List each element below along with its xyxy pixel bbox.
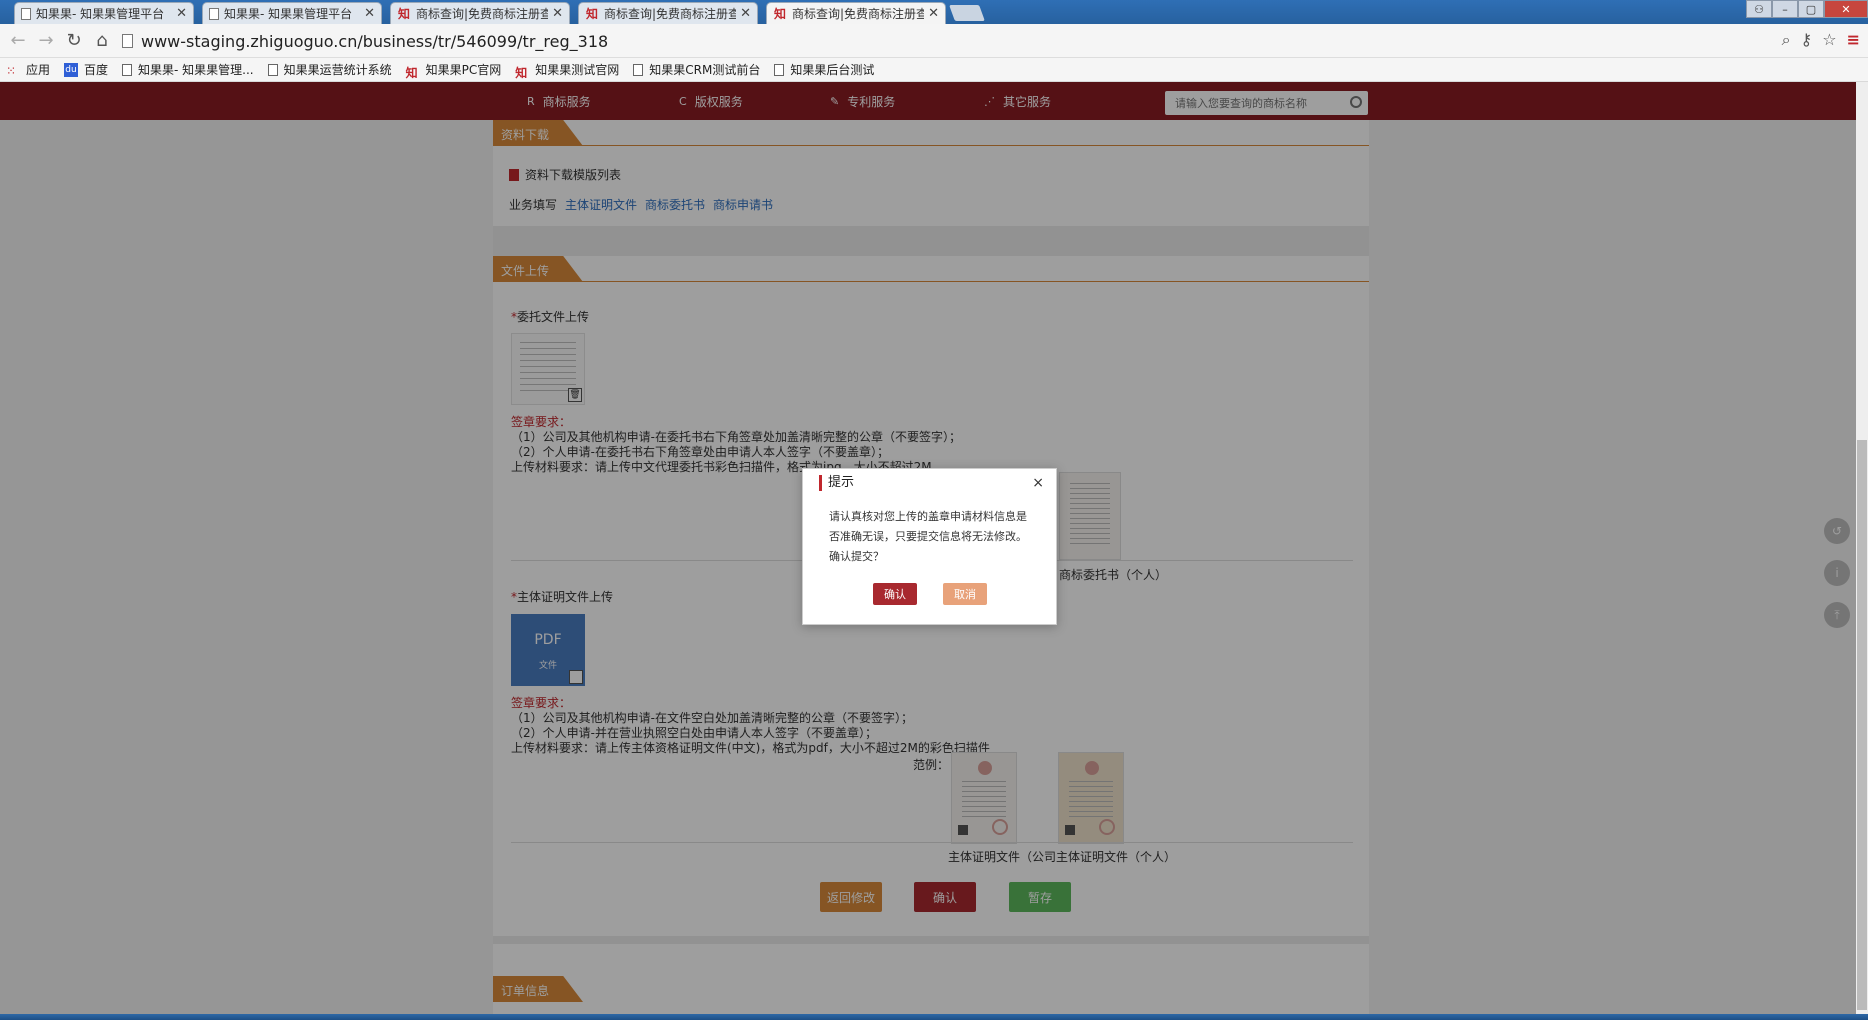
tab-title: 知果果- 知果果管理平台 xyxy=(36,7,165,21)
minimize-button[interactable]: – xyxy=(1772,0,1798,18)
close-icon[interactable]: ✕ xyxy=(176,6,187,21)
new-tab-button[interactable] xyxy=(949,5,985,21)
bookmark-apps[interactable]: ⁙ 应用 xyxy=(6,61,50,78)
dialog-confirm-button[interactable]: 确认 xyxy=(873,583,917,605)
bookmark-label: 知果果后台测试 xyxy=(790,63,875,77)
zhi-logo-icon: 知 xyxy=(773,7,786,21)
dialog-message: 请认真核对您上传的盖章申请材料信息是否准确无误，只要提交信息将无法修改。确认提交… xyxy=(829,510,1027,563)
star-icon[interactable]: ☆ xyxy=(1822,30,1836,50)
url-input[interactable]: www-staging.zhiguoguo.cn/business/tr/546… xyxy=(122,28,1808,54)
window-close-button[interactable]: ✕ xyxy=(1824,0,1868,18)
page-icon xyxy=(267,63,278,76)
page-icon xyxy=(122,63,133,76)
bookmark-label: 知果果CRM测试前台 xyxy=(649,63,761,77)
scrollbar-thumb[interactable] xyxy=(1857,440,1867,1010)
url-text: www-staging.zhiguoguo.cn/business/tr/546… xyxy=(141,31,609,51)
bookmark-label: 知果果运营统计系统 xyxy=(283,63,392,77)
bookmark-baidu[interactable]: du 百度 xyxy=(64,61,108,78)
zhi-logo-icon: 知 xyxy=(515,65,528,80)
bookmark-label: 知果果PC官网 xyxy=(425,63,502,77)
maximize-button[interactable]: ▢ xyxy=(1798,0,1824,18)
page-icon xyxy=(122,34,133,48)
key-icon[interactable]: ⚷ xyxy=(1801,30,1813,50)
bookmark-label: 百度 xyxy=(84,63,109,77)
user-icon[interactable]: ⚇ xyxy=(1746,0,1772,18)
page-icon xyxy=(774,63,785,76)
back-icon[interactable]: ← xyxy=(4,30,32,51)
bookmark-label: 知果果- 知果果管理... xyxy=(138,63,254,77)
zoom-icon[interactable]: ⌕ xyxy=(1782,30,1791,50)
page-icon xyxy=(633,63,644,76)
bookmark-backend[interactable]: 知果果后台测试 xyxy=(774,61,874,78)
zhi-logo-icon: 知 xyxy=(585,7,598,21)
tab-title: 商标查询|免费商标注册查 xyxy=(416,7,549,21)
address-bar-actions: ⌕ ⚷ ☆ ≡ xyxy=(1782,30,1860,50)
tab-title: 知果果- 知果果管理平台 xyxy=(224,7,353,21)
os-taskbar xyxy=(0,1014,1868,1020)
page-icon xyxy=(209,7,219,20)
bookmark-pc-site[interactable]: 知知果果PC官网 xyxy=(405,61,502,80)
browser-tab-2[interactable]: 知果果- 知果果管理平台 ✕ xyxy=(202,2,382,24)
browser-tab-3[interactable]: 知 商标查询|免费商标注册查 ✕ xyxy=(390,2,570,24)
bookmark-stats[interactable]: 知果果运营统计系统 xyxy=(267,61,392,78)
window-controls: ⚇ – ▢ ✕ xyxy=(1746,0,1868,18)
tab-strip: 知果果- 知果果管理平台 ✕ 知果果- 知果果管理平台 ✕ 知 商标查询|免费商… xyxy=(0,0,1868,24)
dialog-cancel-button[interactable]: 取消 xyxy=(943,583,987,605)
browser-tab-1[interactable]: 知果果- 知果果管理平台 ✕ xyxy=(14,2,194,24)
page-icon xyxy=(21,7,31,20)
bookmark-label: 知果果测试官网 xyxy=(535,63,620,77)
confirm-dialog: 提示 × 请认真核对您上传的盖章申请材料信息是否准确无误，只要提交信息将无法修改… xyxy=(802,468,1057,625)
bookmark-crm[interactable]: 知果果CRM测试前台 xyxy=(633,61,760,78)
close-icon[interactable]: ✕ xyxy=(364,6,375,21)
home-icon[interactable]: ⌂ xyxy=(88,30,116,51)
close-icon[interactable]: ✕ xyxy=(928,6,939,21)
page-scrollbar[interactable] xyxy=(1856,82,1868,1014)
reload-icon[interactable]: ↻ xyxy=(60,30,88,51)
forward-icon[interactable]: → xyxy=(32,30,60,51)
zhi-logo-icon: 知 xyxy=(397,7,410,21)
address-bar: ← → ↻ ⌂ www-staging.zhiguoguo.cn/busines… xyxy=(0,24,1868,58)
close-icon[interactable]: ✕ xyxy=(552,6,563,21)
menu-icon[interactable]: ≡ xyxy=(1847,30,1860,50)
bookmark-test-site[interactable]: 知知果果测试官网 xyxy=(515,61,620,80)
tab-title: 商标查询|免费商标注册查 xyxy=(604,7,737,21)
zhi-logo-icon: 知 xyxy=(405,65,418,80)
close-icon[interactable]: × xyxy=(1032,475,1044,491)
close-icon[interactable]: ✕ xyxy=(740,6,751,21)
bookmark-admin[interactable]: 知果果- 知果果管理... xyxy=(122,61,254,78)
baidu-icon: du xyxy=(64,62,79,77)
browser-tab-4[interactable]: 知 商标查询|免费商标注册查 ✕ xyxy=(578,2,758,24)
browser-tab-5-active[interactable]: 知 商标查询|免费商标注册查 ✕ xyxy=(766,2,946,24)
bookmarks-bar: ⁙ 应用 du 百度 知果果- 知果果管理... 知果果运营统计系统 知知果果PC官… xyxy=(0,58,1868,82)
dialog-title: 提示 xyxy=(819,475,854,491)
apps-icon: ⁙ xyxy=(6,63,17,78)
bookmark-label: 应用 xyxy=(26,63,51,77)
tab-title: 商标查询|免费商标注册查 xyxy=(792,7,925,21)
